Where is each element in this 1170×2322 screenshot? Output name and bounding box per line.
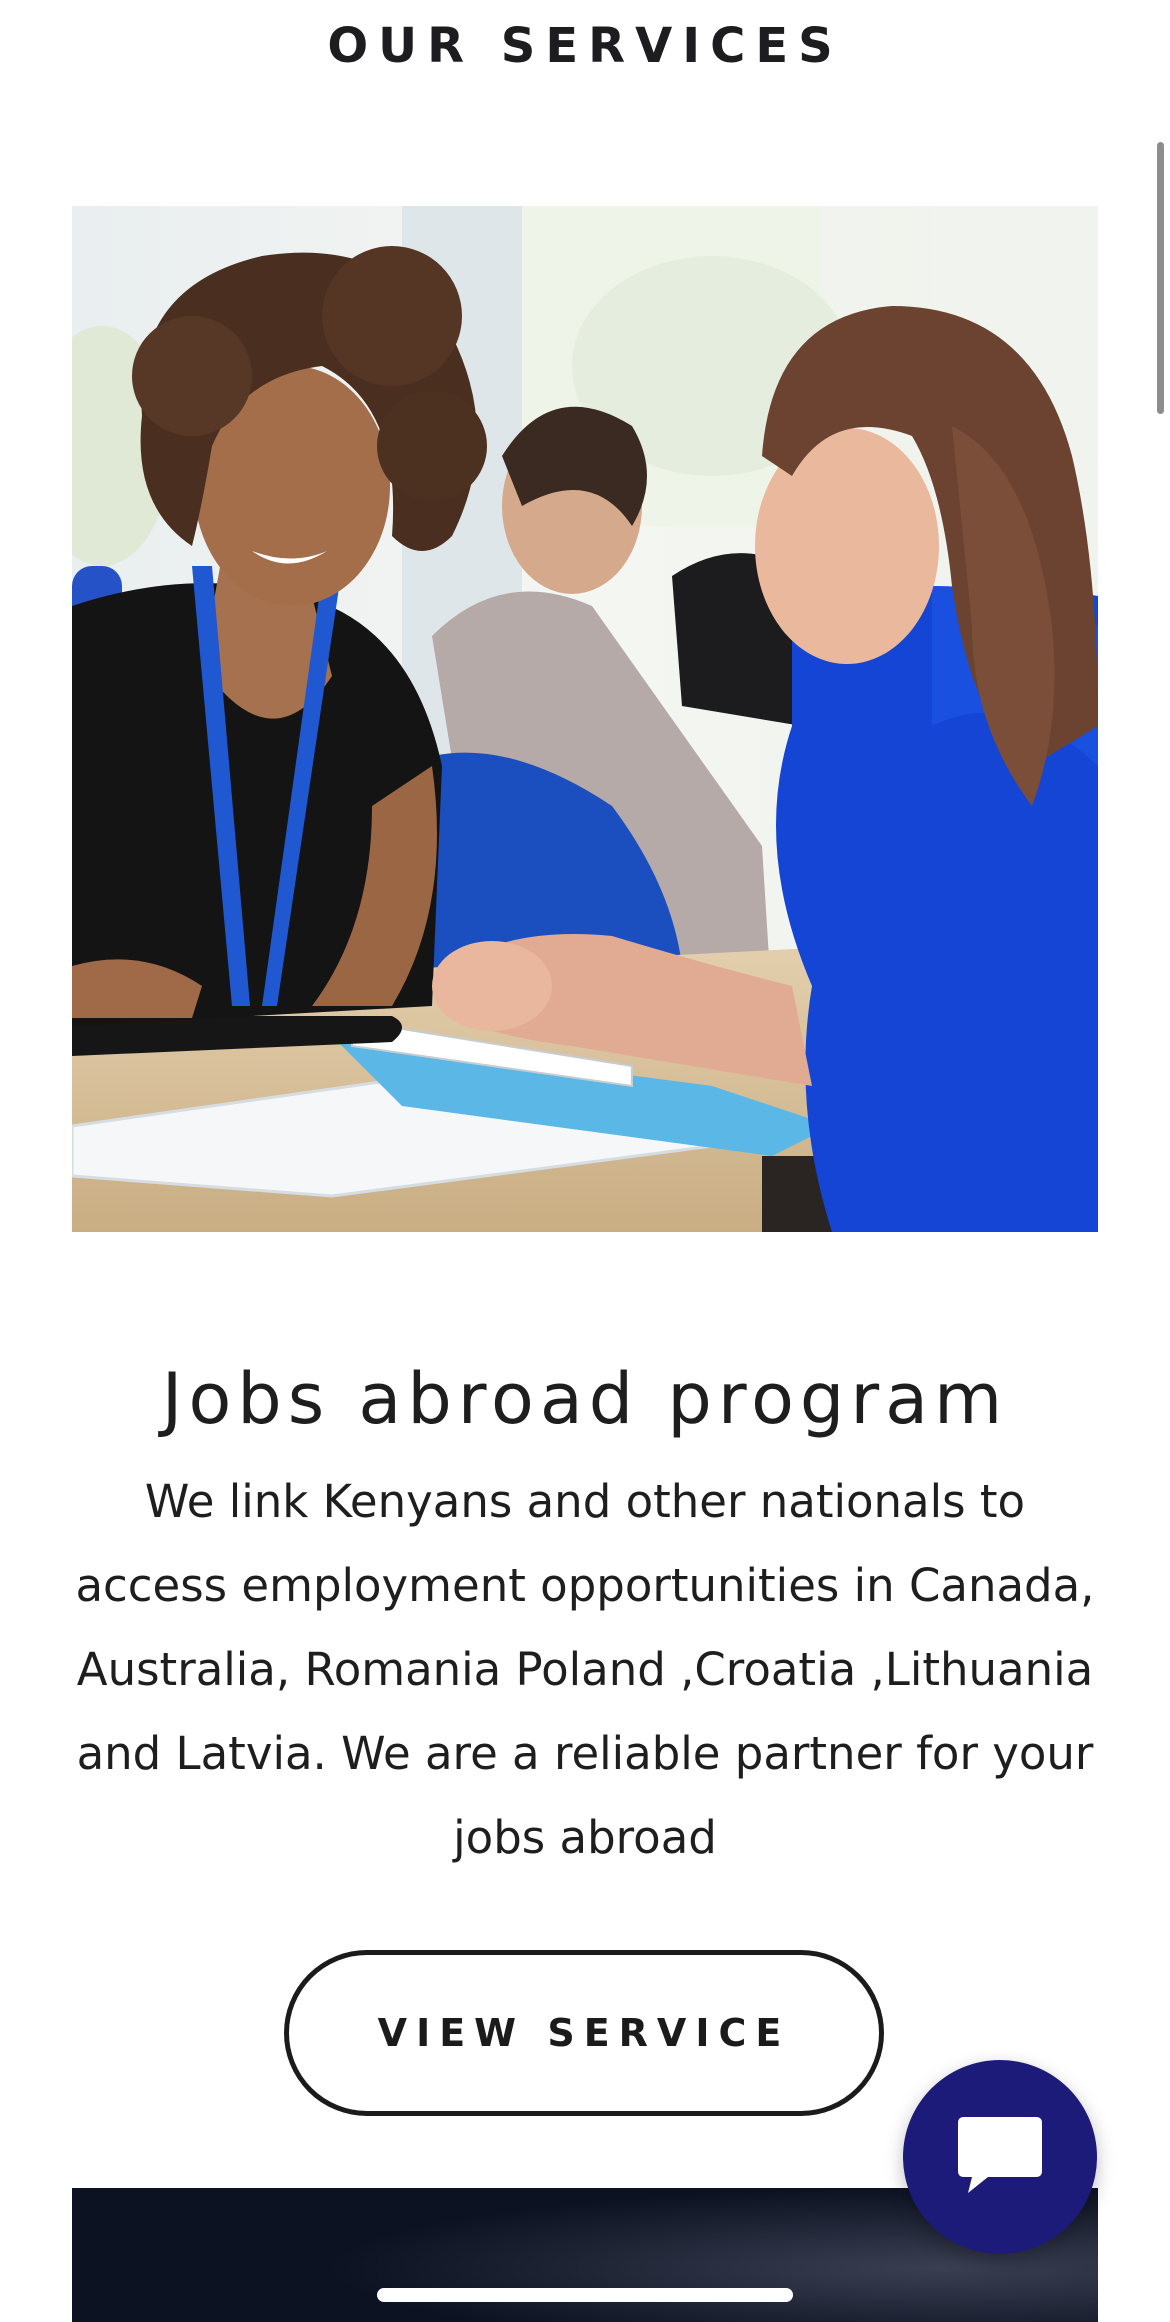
home-indicator[interactable] [377, 2288, 793, 2302]
services-page: OUR SERVICES Jobs abroad program We link… [0, 0, 1170, 2322]
service-description: We link Kenyans and other nationals to a… [75, 1475, 1095, 1864]
view-service-button[interactable]: VIEW SERVICE [284, 1950, 884, 2116]
service-image [72, 206, 1098, 1232]
chat-button[interactable] [903, 2060, 1097, 2254]
scrollbar[interactable] [1157, 142, 1164, 414]
chat-bubble-icon [954, 2113, 1046, 2201]
section-title: OUR SERVICES [327, 18, 843, 74]
service-title: Jobs abroad program [161, 1358, 1009, 1441]
